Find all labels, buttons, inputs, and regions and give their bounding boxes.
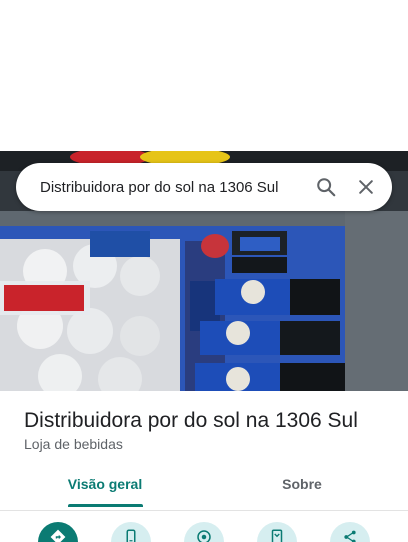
place-tabs: Visão geral Sobre (0, 471, 408, 511)
start-navigation-button[interactable] (184, 522, 224, 542)
place-title: Distribuidora por do sol na 1306 Sul (24, 409, 358, 432)
search-icon (317, 178, 336, 197)
search-button[interactable] (306, 167, 346, 207)
share-button[interactable] (330, 522, 370, 542)
close-icon (359, 180, 373, 194)
share-icon (344, 530, 356, 542)
directions-icon (50, 529, 66, 542)
close-button[interactable] (346, 167, 386, 207)
save-icon (271, 529, 283, 542)
directions-button[interactable] (38, 522, 78, 542)
search-input[interactable]: Distribuidora por do sol na 1306 Sul (16, 179, 306, 196)
action-buttons-row (0, 522, 408, 542)
search-bar[interactable]: Distribuidora por do sol na 1306 Sul (16, 163, 392, 211)
call-button[interactable] (111, 522, 151, 542)
phone-icon (126, 529, 136, 542)
tab-about[interactable]: Sobre (227, 471, 377, 511)
place-info-sheet: Distribuidora por do sol na 1306 Sul Loj… (0, 391, 408, 542)
place-category: Loja de bebidas (24, 436, 123, 452)
save-button[interactable] (257, 522, 297, 542)
tab-selected-indicator (68, 504, 143, 507)
navigation-icon (197, 530, 211, 542)
maps-place-screen: Distribuidora por do sol na 1306 Sul Dis… (0, 0, 408, 542)
